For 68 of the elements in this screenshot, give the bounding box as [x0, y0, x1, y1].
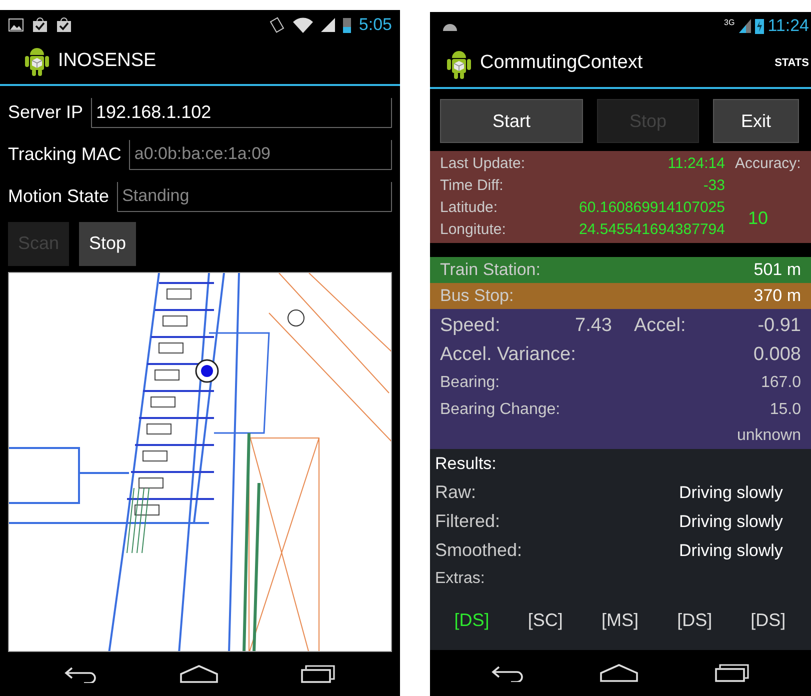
- field-value: -33: [702, 176, 725, 196]
- app-title: CommutingContext: [480, 51, 644, 76]
- extras-label: Extras:: [435, 569, 486, 589]
- home-icon[interactable]: [178, 664, 219, 684]
- action-button[interactable]: Start: [440, 99, 583, 143]
- picture-icon: [8, 18, 24, 32]
- field-label: Bearing Change:: [440, 400, 560, 420]
- field-label: Motion State: [8, 185, 110, 208]
- accuracy-value: 10: [746, 207, 770, 229]
- result-label: Smoothed:: [435, 539, 524, 562]
- field-value: 60.160869914107025: [578, 198, 725, 218]
- field-label: Tracking MAC: [8, 143, 122, 166]
- field-value: -0.91: [758, 314, 801, 338]
- result-label: Raw:: [435, 481, 478, 504]
- text-field[interactable]: 192.168.1.102: [91, 98, 392, 128]
- field-label: Accel:: [634, 314, 687, 338]
- vibrate-icon: [268, 16, 285, 34]
- battery-icon: [342, 16, 351, 32]
- charging-battery-icon: [754, 18, 764, 34]
- signal-icon: [738, 19, 751, 33]
- field-label: Longitute:: [440, 220, 507, 240]
- extra-tag: [DS]: [750, 607, 786, 634]
- android-head-icon: [442, 21, 458, 31]
- action-button[interactable]: Stop: [79, 222, 136, 266]
- extra-tag: [MS]: [601, 607, 638, 634]
- clock: 11:24: [768, 15, 810, 38]
- recent-apps-icon[interactable]: [714, 663, 750, 683]
- extra-tag: [DS]: [454, 607, 490, 634]
- clock: 5:05: [358, 14, 392, 36]
- checked-bag-icon: [56, 16, 72, 32]
- field-value: 0.008: [753, 342, 801, 367]
- stats-menu-button[interactable]: STATS: [774, 55, 809, 72]
- result-value: Driving slowly: [679, 510, 783, 533]
- field-label: Accuracy:: [734, 154, 802, 174]
- field-label: Last Update:: [440, 154, 526, 174]
- signal-icon: [320, 18, 335, 32]
- field-label: Accel. Variance:: [440, 342, 576, 367]
- distance-value: 501 m: [754, 259, 801, 282]
- distance-label: Bus Stop:: [440, 285, 514, 308]
- field-value: 15.0: [770, 400, 801, 420]
- wifi-icon: [292, 16, 313, 32]
- field-value: 11:24:14: [666, 154, 725, 174]
- results-heading: Results:: [435, 453, 498, 475]
- home-icon[interactable]: [599, 663, 640, 683]
- action-button[interactable]: Exit: [713, 99, 799, 143]
- distance-value: 370 m: [754, 285, 801, 308]
- field-label: Speed:: [440, 314, 502, 338]
- field-label: Bearing:: [440, 372, 500, 392]
- result-value: Driving slowly: [679, 540, 783, 562]
- result-label: Filtered:: [435, 510, 502, 533]
- result-value: Driving slowly: [679, 482, 783, 504]
- back-icon[interactable]: [64, 664, 98, 683]
- back-icon[interactable]: [491, 664, 526, 682]
- field-label: Server IP: [8, 101, 84, 124]
- field-label: Latitude:: [440, 198, 499, 218]
- app-title: INOSENSE: [58, 49, 156, 73]
- field-value: 167.0: [760, 372, 801, 392]
- field-value: 7.43: [574, 314, 612, 338]
- recent-apps-icon[interactable]: [300, 664, 336, 684]
- distance-label: Train Station:: [440, 259, 540, 282]
- checked-bag-icon: [32, 16, 48, 32]
- robot-icon: [24, 45, 50, 78]
- extra-tag: [SC]: [528, 607, 563, 634]
- network-type: 3G: [724, 17, 735, 29]
- extra-tag: [DS]: [677, 607, 712, 634]
- status-text: unknown: [736, 426, 801, 446]
- field-label: Time Diff:: [440, 176, 504, 196]
- field-value: 24.545541694387794: [578, 220, 725, 240]
